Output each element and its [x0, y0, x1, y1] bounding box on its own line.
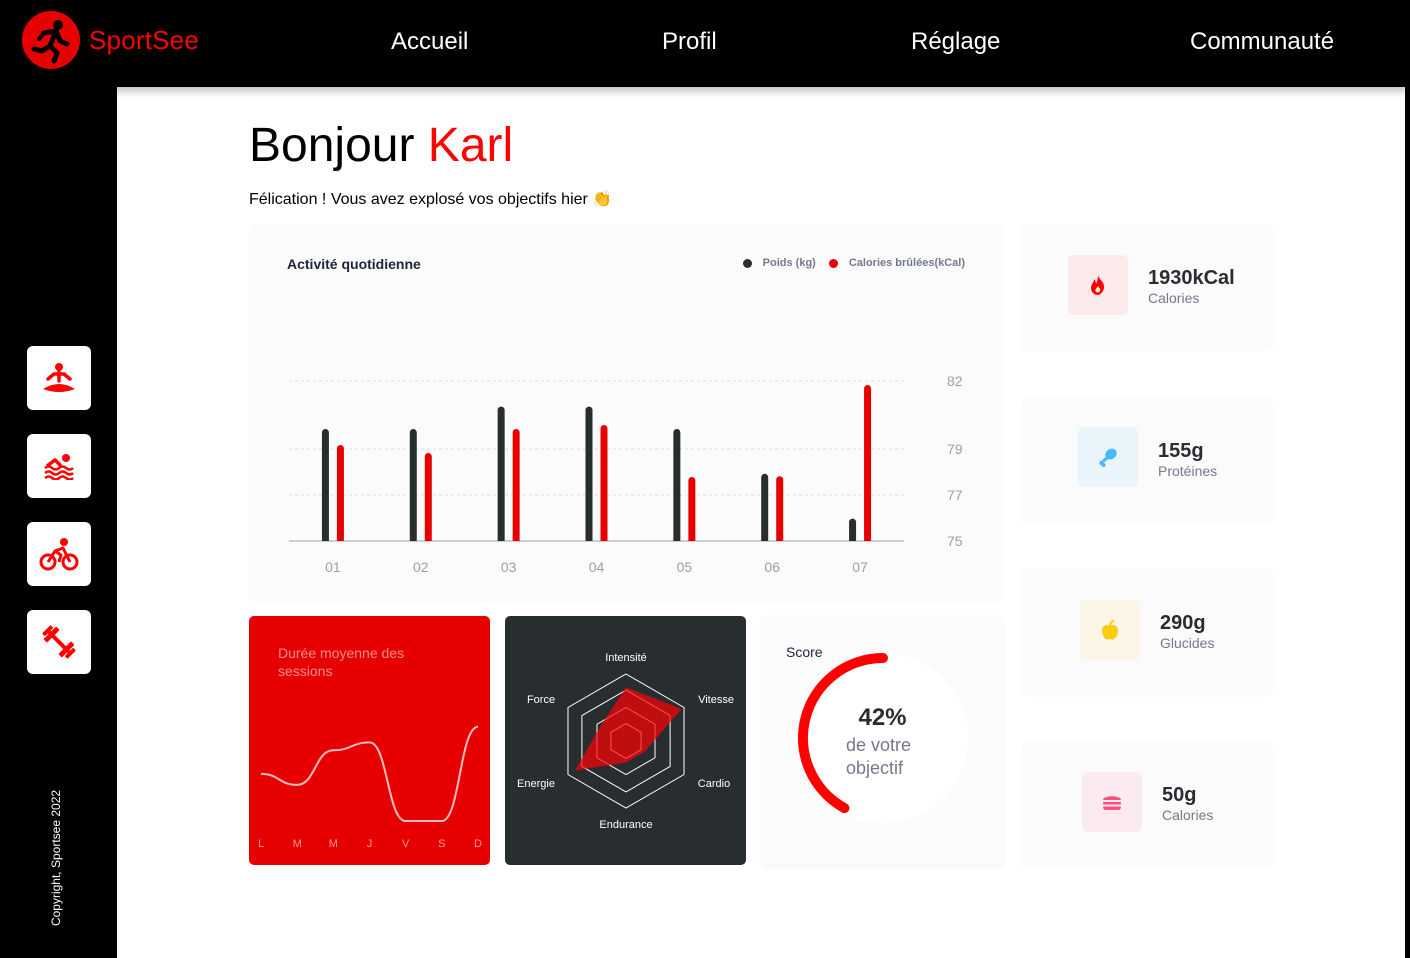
sessions-line-chart: LMMJVSD	[258, 725, 482, 850]
weight-bar	[497, 406, 505, 541]
score-subtitle: de votre objectif	[846, 735, 912, 778]
top-navigation-bar: SportSee Accueil Profil Réglage Communau…	[0, 0, 1410, 87]
radar-axis-label: Intensité	[605, 652, 647, 664]
weight-bar	[321, 429, 329, 541]
calories-bar	[776, 476, 784, 541]
calories-bar	[424, 453, 432, 541]
radar-axis-label: Vitesse	[698, 694, 734, 706]
activity-x-tick: 05	[677, 559, 693, 575]
sessions-day-label: M	[329, 838, 338, 850]
chicken-icon	[1078, 427, 1138, 487]
calories-bar	[600, 425, 608, 541]
swimming-button[interactable]	[27, 434, 91, 498]
radar-axis-label: Endurance	[599, 819, 652, 831]
sessions-day-label: M	[293, 838, 302, 850]
activity-chart-card: Activité quotidienne Poids (kg) Calories…	[249, 224, 1002, 600]
weight-bar	[761, 473, 769, 541]
weight-bar	[673, 429, 681, 541]
calories-bar	[688, 477, 696, 541]
sessions-day-label: S	[438, 838, 445, 850]
activity-y-tick: 75	[947, 533, 963, 549]
logo[interactable]: SportSee	[22, 11, 199, 69]
carbs-card: 290g Glucides	[1022, 569, 1273, 694]
calories-bar	[864, 385, 872, 541]
congrats-message: Félication ! Vous avez explosé vos objec…	[249, 191, 613, 208]
sidebar: Copyright, Sportsee 2022	[0, 87, 117, 958]
sessions-line	[260, 725, 479, 822]
activity-x-tick: 04	[589, 559, 605, 575]
nav-communaute[interactable]: Communauté	[1190, 28, 1334, 56]
dumbbell-button[interactable]	[27, 610, 91, 674]
nav-accueil[interactable]: Accueil	[391, 28, 468, 56]
calories-value: 1930kCal	[1148, 267, 1235, 289]
calories-label: Calories	[1148, 290, 1200, 306]
cycling-icon	[39, 538, 79, 571]
lipids-card: 50g Calories	[1022, 741, 1273, 866]
activity-bar-chart: 82 79 77 75 01 02 03 04 05 06 07	[289, 373, 963, 575]
right-border	[1405, 87, 1410, 958]
activity-x-tick: 01	[325, 559, 341, 575]
activity-y-tick: 79	[947, 441, 963, 457]
activity-y-tick: 82	[947, 373, 963, 389]
dumbbell-icon	[42, 625, 76, 659]
page-title: Bonjour Karl	[249, 118, 513, 173]
carbs-value: 290g	[1160, 612, 1206, 634]
performance-radar-chart: Intensité Vitesse Cardio Endurance Energie Fo…	[517, 652, 734, 831]
burger-icon	[1082, 772, 1142, 832]
score-card: Score 42% de votre objectif	[762, 616, 1003, 865]
calories-bar	[336, 445, 344, 541]
runner-logo-icon	[22, 11, 80, 69]
radar-axis-label: Energie	[517, 778, 555, 790]
nav-profil[interactable]: Profil	[662, 28, 717, 56]
carbs-label: Glucides	[1160, 635, 1215, 651]
copyright-text: Copyright, Sportsee 2022	[49, 789, 63, 927]
user-name: Karl	[427, 119, 514, 172]
radar-axis-label: Cardio	[698, 778, 730, 790]
sessions-day-label: J	[367, 838, 373, 850]
calories-card: 1930kCal Calories	[1022, 224, 1273, 349]
weight-bar	[585, 406, 593, 541]
activity-x-tick: 02	[413, 559, 429, 575]
sessions-day-label: V	[402, 838, 410, 850]
app-name: SportSee	[89, 24, 200, 55]
greeting-prefix: Bonjour	[249, 119, 415, 172]
weight-bar	[409, 429, 417, 541]
proteins-value: 155g	[1158, 440, 1204, 462]
cycling-button[interactable]	[27, 522, 91, 586]
activity-y-tick: 77	[947, 487, 963, 503]
proteins-label: Protéines	[1158, 463, 1218, 479]
yoga-button[interactable]	[27, 346, 91, 410]
sessions-chart-card: Durée moyenne des sessions LMMJVSD	[249, 616, 490, 865]
weight-bar	[849, 518, 857, 541]
proteins-card: 155g Protéines	[1022, 397, 1273, 522]
lipids-label: Calories	[1162, 807, 1214, 823]
lipids-value: 50g	[1162, 784, 1197, 806]
activity-x-tick: 06	[764, 559, 780, 575]
nav-reglage[interactable]: Réglage	[911, 28, 1000, 56]
radar-axis-label: Force	[527, 694, 555, 706]
activity-x-tick: 03	[501, 559, 517, 575]
apple-icon	[1080, 600, 1140, 660]
score-percent: 42%	[858, 704, 907, 731]
sessions-day-label: D	[474, 838, 482, 850]
activity-x-tick: 07	[852, 559, 868, 575]
calories-bar	[512, 429, 520, 541]
sessions-day-label: L	[258, 838, 264, 850]
fire-icon	[1068, 255, 1128, 315]
yoga-icon	[43, 363, 75, 392]
swimming-icon	[44, 454, 74, 480]
radar-data-area	[574, 687, 682, 771]
performance-radar-card: Intensité Vitesse Cardio Endurance Energie Fo…	[505, 616, 746, 865]
